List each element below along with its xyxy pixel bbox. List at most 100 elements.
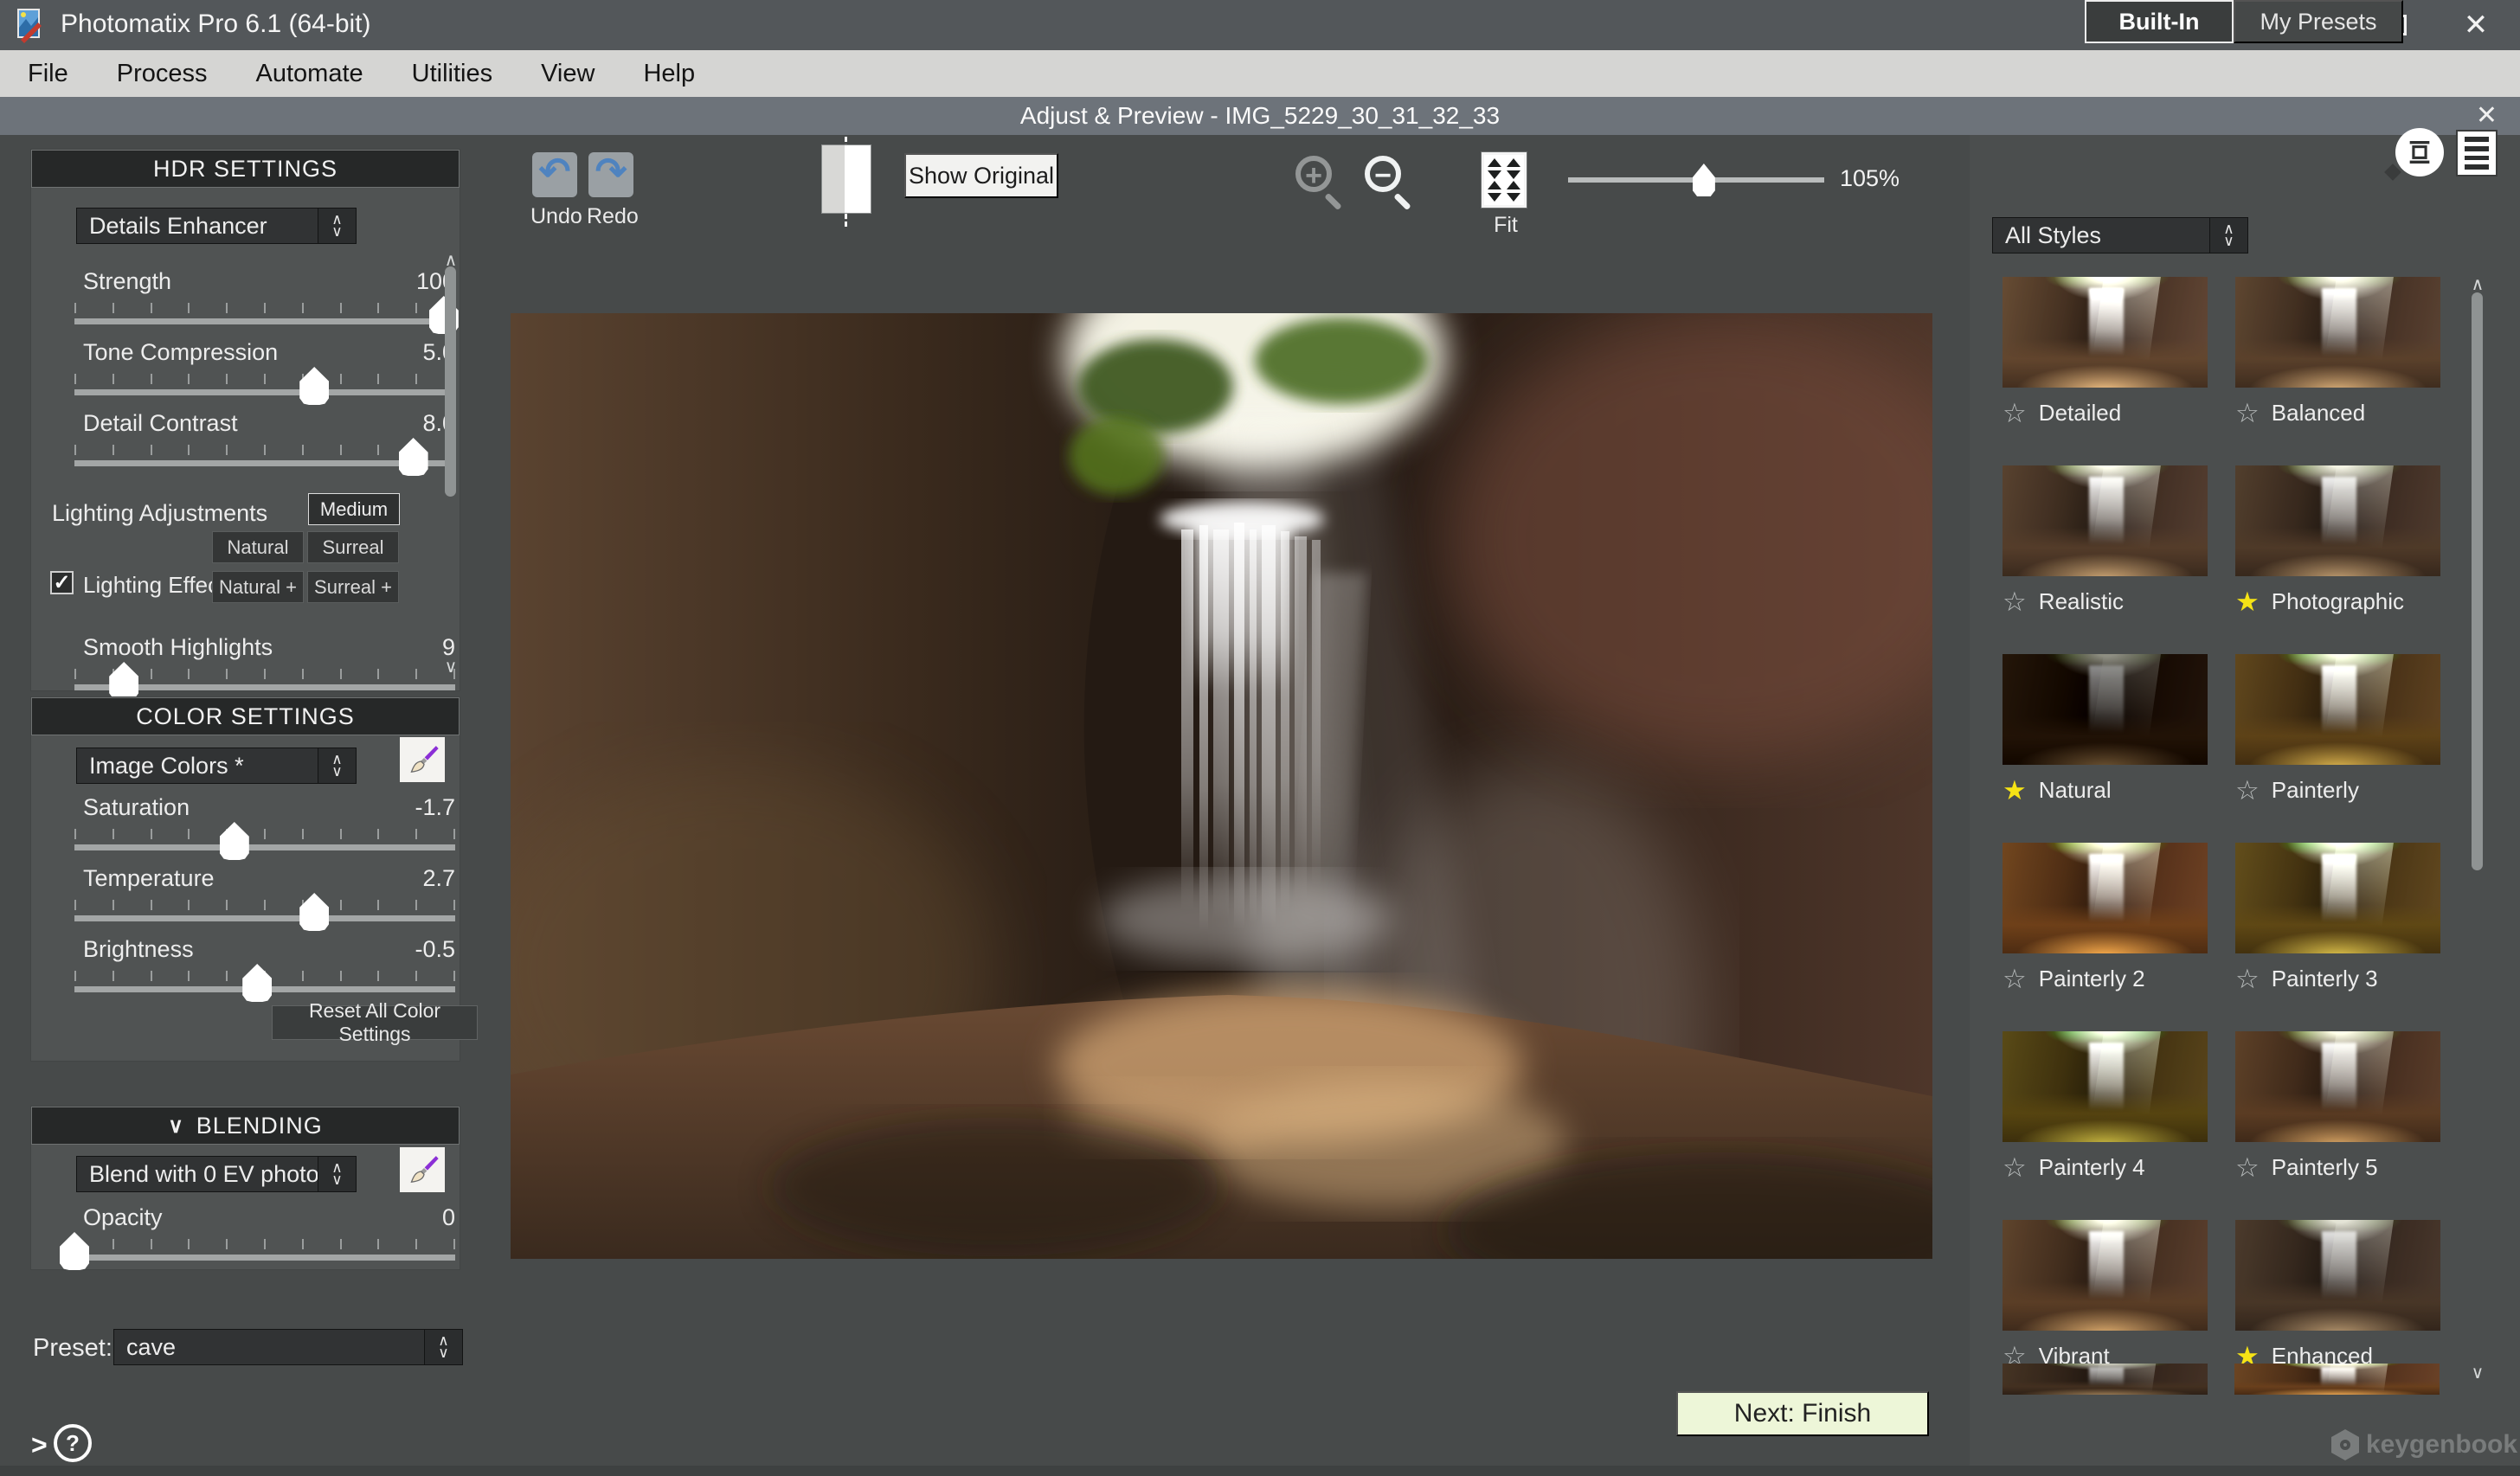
slider-thumb[interactable] [109, 662, 138, 700]
slider-track[interactable] [74, 1255, 455, 1261]
undo-button[interactable]: ↶ Undo [530, 152, 579, 229]
star-empty-icon[interactable]: ☆ [2002, 1154, 2027, 1181]
hdr-scroll-down-icon[interactable]: ∨ [443, 656, 459, 677]
list-view-button[interactable] [2456, 130, 2498, 176]
image-colors-dropdown[interactable]: Image Colors * ∧∨ [76, 748, 357, 784]
reset-color-settings-button[interactable]: Reset All Color Settings [272, 1005, 478, 1040]
star-empty-icon[interactable]: ☆ [2235, 777, 2260, 804]
split-preview-icon[interactable] [821, 144, 871, 214]
slider-track[interactable] [74, 460, 455, 466]
lighting-effect-checkbox[interactable]: ✓ [50, 571, 74, 594]
star-empty-icon[interactable]: ☆ [2002, 400, 2027, 427]
slider-thumb[interactable] [299, 893, 329, 931]
slider-thumb[interactable] [399, 438, 428, 476]
style-painterly-2[interactable]: ☆Painterly 2 [2002, 843, 2208, 993]
lighting-natural-plus-button[interactable]: Natural + [212, 571, 304, 603]
slider-track[interactable] [74, 318, 455, 324]
preview-close-icon[interactable]: ✕ [2476, 100, 2498, 131]
slider-thumb[interactable] [220, 822, 249, 860]
style-photographic[interactable]: ★Photographic [2235, 465, 2440, 616]
star-empty-icon[interactable]: ☆ [2235, 400, 2260, 427]
slider-track[interactable] [74, 844, 455, 850]
style-painterly-3[interactable]: ☆Painterly 3 [2235, 843, 2440, 993]
slider-track[interactable] [74, 915, 455, 921]
slider-thumb[interactable] [299, 367, 329, 405]
blend-with-dropdown[interactable]: Blend with 0 EV photo ∧∨ [76, 1156, 357, 1192]
style-painterly-4[interactable]: ☆Painterly 4 [2002, 1031, 2208, 1182]
zoom-out-icon[interactable]: − [1365, 156, 1401, 192]
process-method-dropdown[interactable]: Details Enhancer ∧∨ [76, 208, 357, 244]
preview-image[interactable] [511, 313, 1932, 1259]
menu-item-utilities[interactable]: Utilities [412, 60, 492, 88]
style-enhanced[interactable]: ★Enhanced [2235, 1220, 2440, 1370]
style-thumbnail[interactable] [2002, 843, 2208, 953]
next-finish-button[interactable]: Next: Finish [1676, 1391, 1929, 1436]
style-thumbnail[interactable] [2235, 277, 2440, 388]
style-thumbnail[interactable] [2002, 465, 2208, 576]
styles-scrollbar-thumb[interactable] [2472, 292, 2483, 870]
zoom-slider-thumb[interactable] [1693, 164, 1715, 196]
blending-header[interactable]: ∨ BLENDING [31, 1107, 460, 1145]
lighting-medium-button[interactable]: Medium [308, 493, 400, 525]
style-painterly-5[interactable]: ☆Painterly 5 [2235, 1031, 2440, 1182]
star-empty-icon[interactable]: ☆ [2235, 966, 2260, 992]
redo-button[interactable]: ↷ Redo [587, 152, 635, 229]
close-button[interactable]: ✕ [2461, 10, 2491, 40]
menu-item-file[interactable]: File [28, 60, 68, 88]
menu-item-help[interactable]: Help [643, 60, 695, 88]
style-thumbnail[interactable] [2002, 1031, 2208, 1142]
expand-chevron-icon[interactable]: > [31, 1429, 48, 1461]
show-original-button[interactable]: Show Original [904, 153, 1058, 198]
slider-thumb[interactable] [242, 964, 272, 1002]
slider-ticks [74, 829, 455, 839]
color-brush-button[interactable] [400, 737, 445, 782]
menu-item-process[interactable]: Process [117, 60, 208, 88]
style-thumbnail-partial[interactable] [2234, 1364, 2440, 1395]
slider-label: Strength [74, 268, 171, 295]
zoom-slider[interactable] [1568, 177, 1824, 183]
styles-filter-dropdown[interactable]: All Styles ∧∨ [1992, 217, 2248, 253]
zoom-in-icon[interactable]: + [1295, 156, 1332, 192]
style-detailed[interactable]: ☆Detailed [2002, 277, 2208, 427]
fit-button[interactable]: Fit [1482, 152, 1530, 238]
hdr-scrollbar-thumb[interactable] [445, 266, 456, 497]
preset-dropdown[interactable]: cave ∧∨ [113, 1329, 463, 1365]
star-filled-icon[interactable]: ★ [2002, 777, 2027, 804]
slider-track[interactable] [74, 389, 455, 395]
star-filled-icon[interactable]: ★ [2235, 588, 2260, 615]
star-empty-icon[interactable]: ☆ [2002, 588, 2027, 615]
help-icon[interactable]: ? [54, 1424, 92, 1462]
blend-brush-button[interactable] [400, 1147, 445, 1192]
style-thumbnail-partial[interactable] [2002, 1364, 2208, 1395]
style-thumbnail[interactable] [2235, 843, 2440, 953]
style-thumbnail[interactable] [2235, 465, 2440, 576]
slider-label: Tone Compression [74, 339, 278, 366]
slider-track[interactable] [74, 986, 455, 992]
lighting-surreal-button[interactable]: Surreal [307, 531, 399, 563]
lighting-natural-button[interactable]: Natural [212, 531, 304, 563]
menu-item-view[interactable]: View [541, 60, 595, 88]
style-thumbnail[interactable] [2235, 654, 2440, 765]
brush-icon [405, 742, 440, 777]
lighting-surreal-plus-button[interactable]: Surreal + [307, 571, 399, 603]
style-natural[interactable]: ★Natural [2002, 654, 2208, 805]
style-thumbnail[interactable] [2002, 277, 2208, 388]
style-realistic[interactable]: ☆Realistic [2002, 465, 2208, 616]
menu-bar: File Process Automate Utilities View Help [0, 50, 2520, 97]
star-empty-icon[interactable]: ☆ [2002, 966, 2027, 992]
style-thumbnail[interactable] [2002, 654, 2208, 765]
styles-scroll-down-icon[interactable]: ∨ [2470, 1362, 2485, 1383]
style-thumbnail[interactable] [2002, 1220, 2208, 1331]
menu-item-automate[interactable]: Automate [256, 60, 363, 88]
style-balanced[interactable]: ☆Balanced [2235, 277, 2440, 427]
style-thumbnail[interactable] [2235, 1220, 2440, 1331]
tab-my-presets[interactable]: My Presets [2234, 0, 2403, 43]
slider-track[interactable] [74, 684, 455, 690]
star-empty-icon[interactable]: ☆ [2235, 1154, 2260, 1181]
tab-built-in[interactable]: Built-In [2085, 0, 2234, 43]
redo-arrow-icon: ↷ [595, 153, 627, 191]
style-thumbnail[interactable] [2235, 1031, 2440, 1142]
style-vibrant[interactable]: ☆Vibrant [2002, 1220, 2208, 1370]
filmstrip-view-button[interactable] [2395, 128, 2444, 176]
style-painterly[interactable]: ☆Painterly [2235, 654, 2440, 805]
